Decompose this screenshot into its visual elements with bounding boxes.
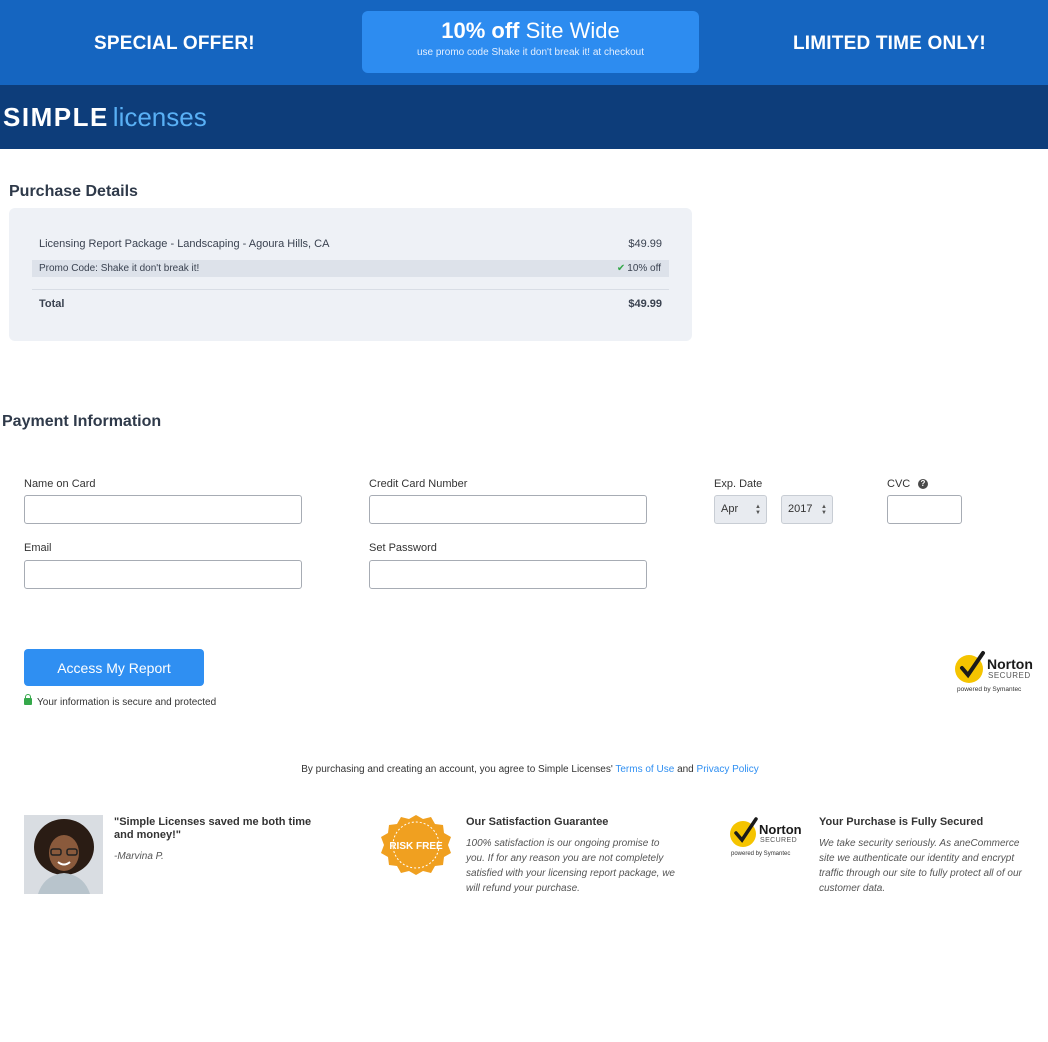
promo-headline: 10% off Site Wide (362, 19, 699, 43)
promo-code-label: Promo Code: Shake it don't break it! (39, 263, 200, 274)
access-my-report-button[interactable]: Access My Report (24, 649, 204, 686)
testimonial-quote: "Simple Licenses saved me both time and … (114, 816, 312, 841)
cvc-input[interactable] (887, 495, 962, 524)
privacy-policy-link[interactable]: Privacy Policy (697, 764, 759, 775)
norton-name: Norton (759, 822, 802, 837)
total-row: Total $49.99 (39, 298, 669, 310)
line-item-price: $49.99 (628, 238, 662, 250)
promo-subtext: use promo code Shake it don't break it! … (416, 47, 645, 58)
promo-offer-box: 10% off Site Wide use promo code Shake i… (362, 11, 699, 73)
norton-secured-text: SECURED (760, 837, 797, 844)
name-on-card-label: Name on Card (24, 478, 96, 490)
purchase-summary-card: Licensing Report Package - Landscaping -… (9, 208, 692, 341)
promo-left-text: SPECIAL OFFER! (94, 33, 255, 54)
guarantee-title: Our Satisfaction Guarantee (466, 816, 609, 828)
terms-of-use-link[interactable]: Terms of Use (615, 764, 674, 775)
norton-powered-text: powered by Symantec (731, 851, 790, 857)
security-title: Your Purchase is Fully Secured (819, 816, 984, 828)
risk-badge-text: RISK FREE (389, 841, 443, 852)
norton-secured-badge-small: Norton SECURED powered by Symantec (730, 817, 802, 857)
exp-year-select[interactable]: 2017 ▲ ▼ (781, 495, 833, 524)
email-input[interactable] (24, 560, 302, 589)
guarantee-body: 100% satisfaction is our ongoing promise… (466, 838, 675, 894)
payment-information-title: Payment Information (2, 413, 162, 430)
promo-code-row: Promo Code: Shake it don't break it! ✔ 10… (32, 260, 669, 277)
name-on-card-input[interactable] (24, 495, 302, 524)
customer-avatar (24, 815, 103, 894)
line-item-name: Licensing Report Package - Landscaping -… (39, 238, 330, 250)
norton-name: Norton (987, 656, 1033, 672)
line-item: Licensing Report Package - Landscaping -… (39, 238, 669, 250)
lock-icon (24, 694, 32, 705)
norton-secured-text: SECURED (988, 671, 1031, 680)
terms-prefix: By purchasing and creating an account, y… (301, 764, 613, 775)
security-body: We take security seriously. As aneCommer… (819, 838, 1022, 894)
email-label: Email (24, 542, 52, 554)
total-price: $49.99 (628, 298, 662, 310)
norton-secured-badge[interactable]: Norton SECURED powered by Symantec (953, 649, 1041, 695)
set-password-label: Set Password (369, 542, 437, 554)
select-arrows-icon: ▲ ▼ (755, 504, 761, 516)
norton-powered-text: powered by Symantec (957, 686, 1022, 693)
exp-month-select[interactable]: Apr ▲ ▼ (714, 495, 767, 524)
total-label: Total (39, 298, 65, 310)
exp-month-value: Apr (721, 503, 739, 515)
promo-discount-value: 10% off (627, 263, 661, 274)
summary-divider (32, 289, 669, 290)
exp-year-value: 2017 (788, 503, 813, 515)
promo-headline-light: Site Wide (525, 18, 620, 43)
secure-notice: Your information is secure and protected (24, 694, 217, 708)
select-arrows-icon: ▲ ▼ (821, 504, 827, 516)
site-logo[interactable]: SIMPLE licenses (3, 102, 207, 132)
promo-right-text: LIMITED TIME ONLY! (793, 33, 986, 54)
logo-secondary: licenses (112, 102, 207, 132)
secure-notice-text: Your information is secure and protected (37, 697, 217, 708)
promo-headline-bold: 10% off (441, 18, 520, 43)
purchase-details-title: Purchase Details (9, 183, 138, 200)
checkmark-icon: ✔ (616, 263, 626, 274)
credit-card-number-input[interactable] (369, 495, 647, 524)
help-icon[interactable]: ? (918, 479, 928, 489)
exp-date-label: Exp. Date (714, 478, 763, 490)
terms-joiner: and (677, 764, 694, 775)
logo-primary: SIMPLE (3, 102, 109, 132)
credit-card-number-label: Credit Card Number (369, 478, 468, 490)
promo-discount: ✔ 10% off (617, 263, 661, 274)
terms-notice: By purchasing and creating an account, y… (0, 764, 1048, 775)
risk-free-badge-icon: RISK FREE (381, 815, 451, 875)
set-password-input[interactable] (369, 560, 647, 589)
cvc-label: CVC (887, 478, 911, 490)
customer-photo (24, 815, 103, 894)
testimonial-author: -Marvina P. (114, 851, 164, 862)
